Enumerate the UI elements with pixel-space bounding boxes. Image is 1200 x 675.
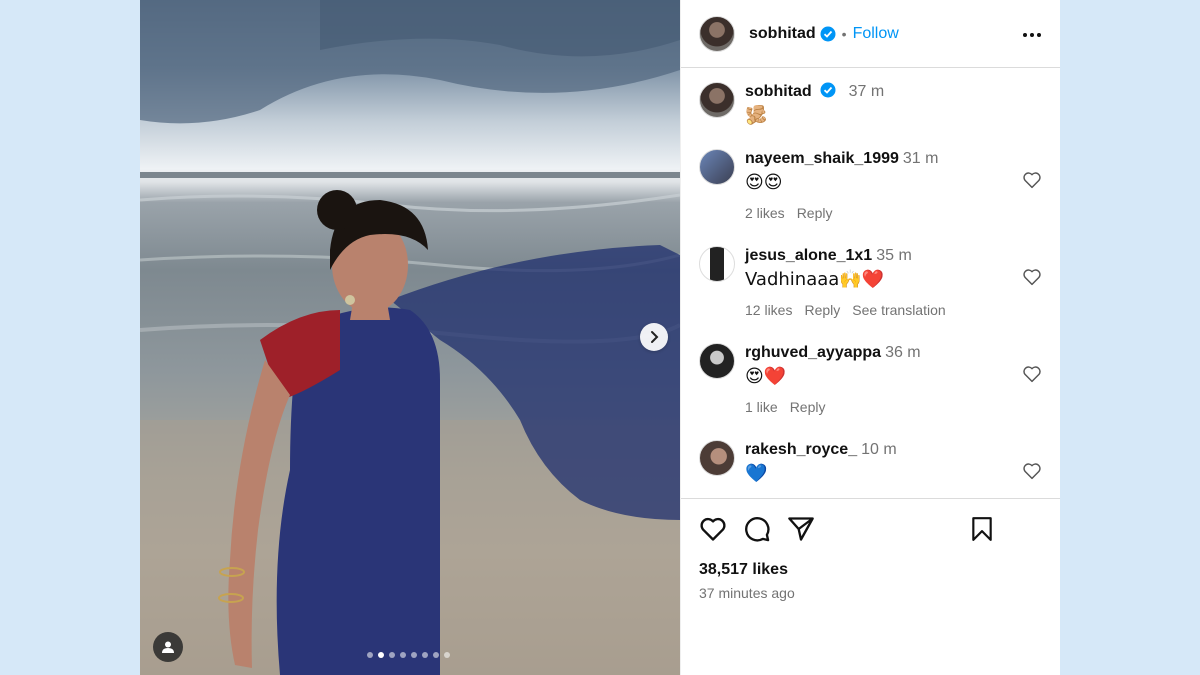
carousel-dot [400, 652, 406, 658]
beach-photo [140, 0, 680, 675]
post-sidebar: sobhitad • Follow sobhitad 37 m 🫚 nayeem… [680, 0, 1060, 675]
verified-icon [820, 82, 836, 98]
carousel-indicator [367, 652, 450, 658]
tagged-users-button[interactable] [153, 632, 183, 662]
comment-username[interactable]: rakesh_royce_ [745, 441, 857, 458]
share-icon [788, 517, 814, 541]
comment-item: jesus_alone_1x1 35 m Vadhinaaa🙌❤️ 12 like… [699, 246, 1042, 318]
caption: sobhitad 37 m 🫚 [699, 82, 1042, 128]
share-button[interactable] [787, 516, 815, 542]
carousel-dot [378, 652, 384, 658]
carousel-dot [444, 652, 450, 658]
comment-username[interactable]: jesus_alone_1x1 [745, 247, 872, 264]
likes-count[interactable]: 38,517 likes [699, 561, 1042, 579]
reply-button[interactable]: Reply [804, 302, 840, 318]
carousel-dot [411, 652, 417, 658]
author-avatar[interactable] [699, 15, 735, 52]
carousel-dot [422, 652, 428, 658]
heart-icon [1023, 366, 1041, 383]
post-actions: 38,517 likes 37 minutes ago [681, 498, 1060, 601]
comments-list[interactable]: sobhitad 37 m 🫚 nayeem_shaik_199931 m 😍� [681, 69, 1060, 498]
author-avatar[interactable] [699, 82, 735, 118]
commenter-avatar[interactable] [699, 149, 735, 185]
carousel-dot [389, 652, 395, 658]
comment-time: 36 m [885, 344, 921, 361]
commenter-avatar[interactable] [699, 343, 735, 379]
post-media[interactable] [140, 0, 680, 675]
comment-icon [745, 517, 770, 542]
post-card: sobhitad • Follow sobhitad 37 m 🫚 nayeem… [140, 0, 1060, 675]
comment-text: Vadhinaaa🙌❤️ [745, 269, 885, 290]
heart-icon [700, 517, 726, 541]
bookmark-icon [972, 517, 992, 541]
post-time: 37 minutes ago [699, 585, 795, 601]
carousel-dot [367, 652, 373, 658]
chevron-right-icon [651, 331, 659, 343]
comment-likes[interactable]: 2 likes [745, 205, 785, 221]
more-options-button[interactable] [1022, 25, 1042, 43]
carousel-dot [433, 652, 439, 658]
comment-time: 10 m [861, 441, 897, 458]
author-username[interactable]: sobhitad [749, 25, 816, 43]
reply-button[interactable]: Reply [790, 399, 826, 415]
comment-button[interactable] [743, 515, 771, 543]
comment-item: nayeem_shaik_1999 31 m 😍😍 2 likes Reply [699, 149, 1042, 221]
comment-likes[interactable]: 1 like [745, 399, 778, 415]
like-comment-button[interactable] [1022, 268, 1042, 291]
comment-text: 😍❤️ [745, 366, 787, 387]
like-comment-button[interactable] [1022, 171, 1042, 194]
like-comment-button[interactable] [1022, 462, 1042, 485]
reply-button[interactable]: Reply [797, 205, 833, 221]
comment-text: 💙 [745, 463, 768, 484]
comment-time: 35 m [876, 247, 912, 264]
heart-icon [1023, 463, 1041, 480]
follow-button[interactable]: Follow [853, 25, 899, 43]
caption-text: 🫚 [745, 105, 768, 126]
comment-username[interactable]: nayeem_shaik_1999 [745, 150, 899, 167]
like-comment-button[interactable] [1022, 365, 1042, 388]
see-translation-button[interactable]: See translation [852, 302, 945, 318]
next-slide-button[interactable] [640, 323, 668, 351]
verified-icon [820, 26, 836, 41]
separator-dot: • [841, 25, 847, 42]
post-header: sobhitad • Follow [681, 0, 1060, 68]
caption-username[interactable]: sobhitad [745, 83, 812, 100]
comment-username[interactable]: rghuved_ayyappa [745, 344, 881, 361]
more-icon [1023, 32, 1041, 37]
like-button[interactable] [699, 516, 727, 542]
caption-time: 37 m [848, 83, 885, 100]
comment-item: rghuved_ayyappa 36 m 😍❤️ 1 like Reply [699, 343, 1042, 415]
save-button[interactable] [970, 516, 994, 542]
heart-icon [1023, 269, 1041, 286]
commenter-avatar[interactable] [699, 246, 735, 282]
user-tag-icon [162, 641, 174, 653]
heart-icon [1023, 172, 1041, 189]
comment-item: rakesh_royce_ 10 m 💙 [699, 440, 1042, 486]
comment-text: 😍😍 [745, 172, 783, 193]
commenter-avatar[interactable] [699, 440, 735, 476]
comment-time: 31 m [902, 150, 939, 167]
comment-likes[interactable]: 12 likes [745, 302, 792, 318]
